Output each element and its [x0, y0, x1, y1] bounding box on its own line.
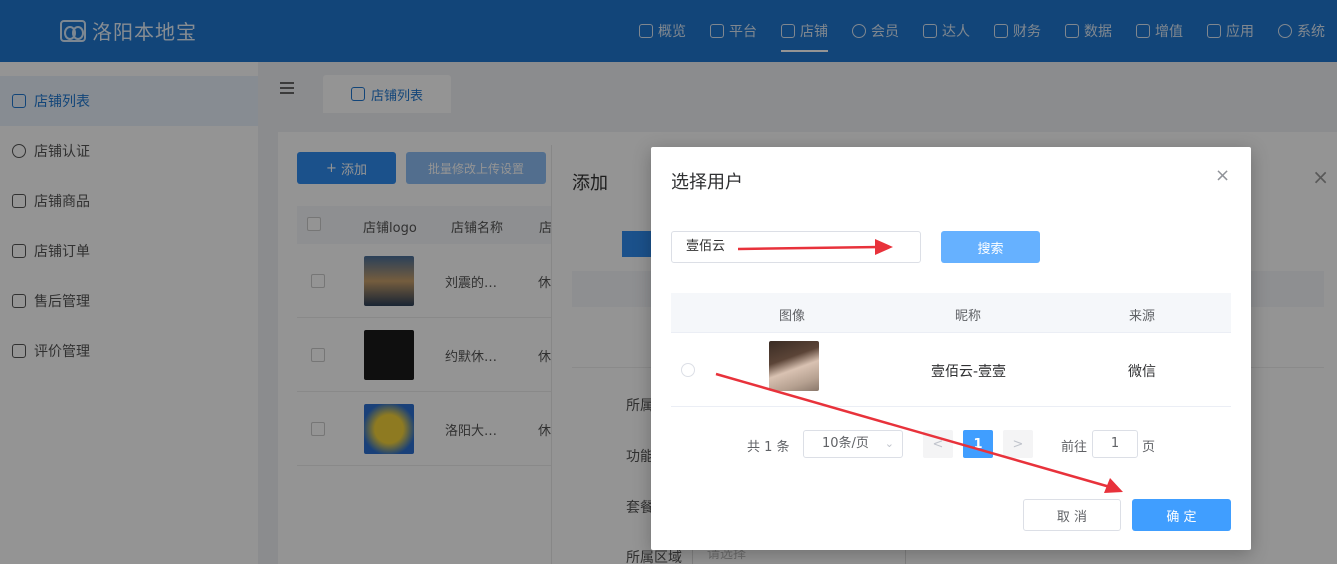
- search-input-value: 壹佰云: [686, 239, 726, 254]
- user-nickname: 壹佰云-壹壹: [931, 364, 1007, 380]
- chevron-down-icon: ⌄: [884, 437, 894, 450]
- prev-page-button[interactable]: <: [923, 430, 953, 458]
- chevron-right-icon: >: [1012, 436, 1024, 452]
- table-row[interactable]: 壹佰云-壹壹 微信: [671, 333, 1231, 407]
- cancel-button[interactable]: 取 消: [1023, 499, 1121, 531]
- search-button-label: 搜索: [977, 241, 1004, 257]
- select-user-dialog: 选择用户 × 壹佰云 搜索 图像 昵称 来源 壹佰云-壹壹 微信 共 1 条 1…: [651, 147, 1251, 550]
- avatar: [769, 341, 819, 391]
- search-button[interactable]: 搜索: [941, 231, 1040, 263]
- column-header: 来源: [1129, 309, 1156, 324]
- user-table-header: 图像 昵称 来源: [671, 293, 1231, 333]
- pagination-total: 共 1 条: [747, 440, 790, 455]
- select-radio[interactable]: [681, 363, 695, 377]
- confirm-button-label: 确 定: [1166, 509, 1197, 525]
- goto-page-input[interactable]: 1: [1092, 430, 1138, 458]
- page-size-value: 10条/页: [822, 436, 869, 451]
- confirm-button[interactable]: 确 定: [1132, 499, 1231, 531]
- page-suffix-label: 页: [1142, 440, 1156, 455]
- next-page-button[interactable]: >: [1003, 430, 1033, 458]
- user-source: 微信: [1128, 364, 1156, 380]
- search-input[interactable]: 壹佰云: [671, 231, 921, 263]
- page-size-select[interactable]: 10条/页 ⌄: [803, 430, 903, 458]
- page-number-label: 1: [973, 436, 983, 452]
- goto-page-value: 1: [1110, 436, 1120, 451]
- column-header: 图像: [779, 309, 806, 324]
- pagination: 共 1 条 10条/页 ⌄ < 1 > 前往 1 页: [651, 430, 1251, 460]
- cancel-button-label: 取 消: [1056, 509, 1088, 525]
- page-number-current[interactable]: 1: [963, 430, 993, 458]
- dialog-title: 选择用户: [671, 172, 743, 193]
- column-header: 昵称: [955, 309, 982, 324]
- chevron-left-icon: <: [932, 436, 944, 452]
- goto-label: 前往: [1061, 440, 1088, 455]
- close-icon[interactable]: ×: [1215, 165, 1230, 186]
